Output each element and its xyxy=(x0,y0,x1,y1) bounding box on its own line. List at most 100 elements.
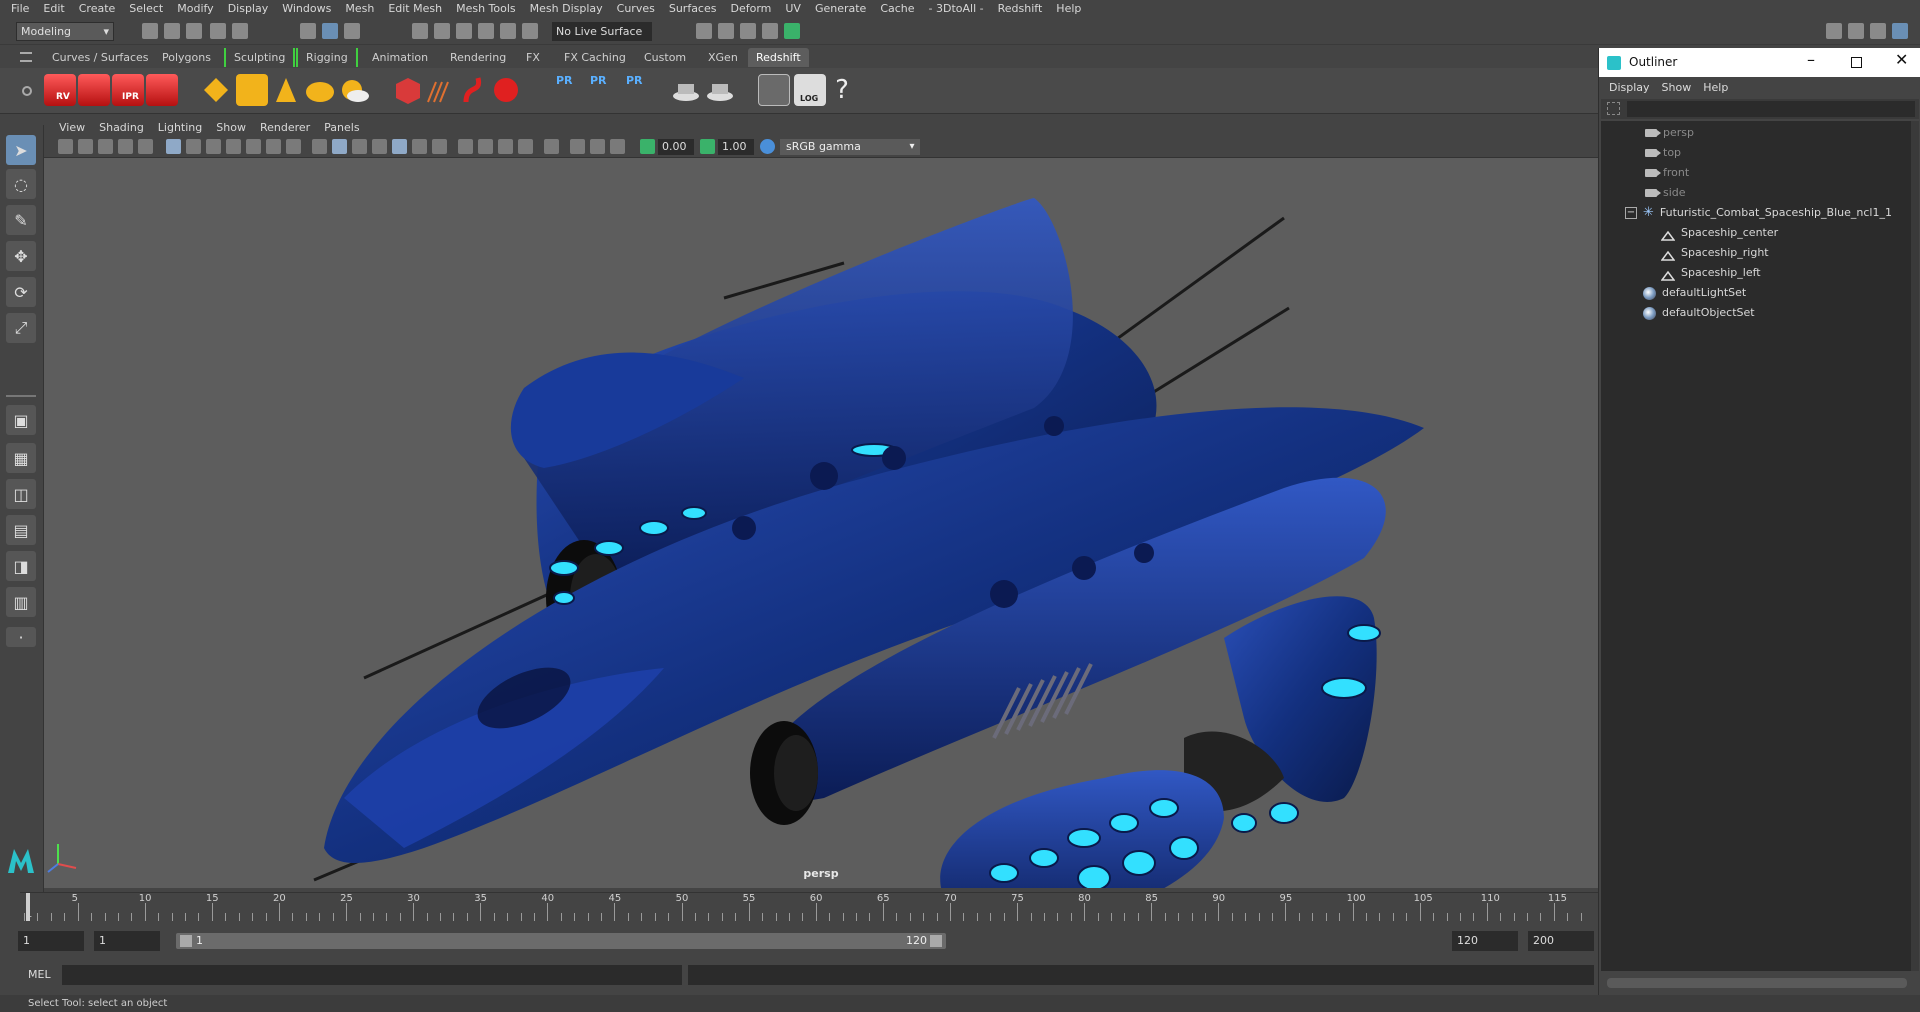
exposure-toggle-icon[interactable] xyxy=(640,139,655,154)
redshift-ipr-icon[interactable]: IPR xyxy=(112,74,144,106)
save-scene-icon[interactable] xyxy=(186,23,202,39)
snap-surface-icon[interactable] xyxy=(500,23,516,39)
outliner-title-bar[interactable]: Outliner – ✕ xyxy=(1599,48,1920,77)
maximize-icon[interactable] xyxy=(1851,57,1862,68)
menu-redshift[interactable]: Redshift xyxy=(991,2,1050,15)
redshift-help-icon[interactable]: ? xyxy=(826,74,858,106)
outliner-item-spaceship-right[interactable]: Spaceship_right xyxy=(1601,243,1909,263)
persp-graph-layout-icon[interactable]: ▤ xyxy=(6,515,36,545)
menu-mesh-display[interactable]: Mesh Display xyxy=(523,2,610,15)
redshift-light-icon[interactable] xyxy=(200,74,232,106)
open-scene-icon[interactable] xyxy=(164,23,180,39)
menu-uv[interactable]: UV xyxy=(778,2,808,15)
gamma-field[interactable]: 1.00 xyxy=(718,139,754,155)
menu-edit[interactable]: Edit xyxy=(36,2,71,15)
wireframe-icon[interactable] xyxy=(312,139,327,154)
tool-settings-icon[interactable] xyxy=(1870,23,1886,39)
playback-start-field[interactable]: 1 xyxy=(94,931,160,951)
paint-select-tool-icon[interactable]: ✎ xyxy=(6,205,36,235)
snap-vertex-icon[interactable] xyxy=(522,23,538,39)
outliner-horizontal-scrollbar[interactable] xyxy=(1607,978,1907,988)
xray-icon[interactable] xyxy=(570,139,585,154)
menu-edit-mesh[interactable]: Edit Mesh xyxy=(381,2,449,15)
redshift-pr-convert-icon[interactable]: PR xyxy=(620,74,652,106)
live-surface-field[interactable]: No Live Surface xyxy=(552,22,652,41)
tab-custom[interactable]: Custom xyxy=(636,48,694,67)
view-transform-select[interactable]: sRGB gamma xyxy=(780,139,920,155)
hypershade-icon[interactable] xyxy=(784,23,800,39)
snap-grid-icon[interactable] xyxy=(412,23,428,39)
outliner-menu-display[interactable]: Display xyxy=(1605,81,1658,94)
outliner-item-default-object-set[interactable]: defaultObjectSet xyxy=(1601,303,1909,323)
menu-generate[interactable]: Generate xyxy=(808,2,873,15)
grid-toggle-icon[interactable] xyxy=(166,139,181,154)
redshift-sun-sky-icon[interactable] xyxy=(338,74,370,106)
use-all-lights-icon[interactable] xyxy=(412,139,427,154)
outliner-item-front[interactable]: front xyxy=(1601,163,1909,183)
tab-rendering[interactable]: Rendering xyxy=(442,48,514,67)
film-gate-icon[interactable] xyxy=(186,139,201,154)
safe-action-icon[interactable] xyxy=(266,139,281,154)
camera-bookmark-icon[interactable] xyxy=(78,139,93,154)
current-time-indicator[interactable] xyxy=(26,893,30,921)
select-object-icon[interactable] xyxy=(322,23,338,39)
xray-joints-icon[interactable] xyxy=(610,139,625,154)
shelf-menu-icon[interactable] xyxy=(20,52,32,62)
persp-outliner-layout-icon[interactable]: ◨ xyxy=(6,551,36,581)
outliner-search-input[interactable] xyxy=(1627,101,1915,117)
outliner-item-spaceship-center[interactable]: Spaceship_center xyxy=(1601,223,1909,243)
spaceship-model[interactable] xyxy=(44,158,1598,888)
menu-deform[interactable]: Deform xyxy=(723,2,778,15)
command-input[interactable] xyxy=(62,965,682,985)
menu-mesh[interactable]: Mesh xyxy=(338,2,381,15)
motion-blur-icon[interactable] xyxy=(478,139,493,154)
rotate-tool-icon[interactable]: ⟳ xyxy=(6,277,36,307)
animation-start-field[interactable]: 1 xyxy=(18,931,84,951)
menu-windows[interactable]: Windows xyxy=(275,2,338,15)
redshift-render-view-icon[interactable]: RV xyxy=(44,74,76,106)
redshift-shader-ball-icon[interactable] xyxy=(490,74,522,106)
outliner-item-persp[interactable]: persp xyxy=(1601,123,1909,143)
smooth-shade-icon[interactable] xyxy=(332,139,347,154)
menu-curves[interactable]: Curves xyxy=(610,2,662,15)
minimize-icon[interactable]: – xyxy=(1807,50,1815,69)
shelf-settings-icon[interactable] xyxy=(22,86,32,96)
panel-menu-shading[interactable]: Shading xyxy=(92,121,151,134)
menu-mesh-tools[interactable]: Mesh Tools xyxy=(449,2,523,15)
gamma-toggle-icon[interactable] xyxy=(700,139,715,154)
menu-surfaces[interactable]: Surfaces xyxy=(662,2,724,15)
undo-icon[interactable] xyxy=(210,23,226,39)
menu-file[interactable]: File xyxy=(4,2,36,15)
default-material-icon[interactable] xyxy=(352,139,367,154)
redshift-script-icon[interactable] xyxy=(758,74,790,106)
time-slider[interactable]: 1510152025303540455055606570758085909510… xyxy=(20,892,1598,922)
field-chart-icon[interactable] xyxy=(246,139,261,154)
single-view-layout-icon[interactable]: ▣ xyxy=(6,405,36,435)
redshift-proxy-icon[interactable] xyxy=(392,74,424,106)
image-plane-icon[interactable] xyxy=(98,139,113,154)
scale-tool-icon[interactable]: ⤢ xyxy=(6,313,36,343)
menu-cache[interactable]: Cache xyxy=(873,2,921,15)
textured-icon[interactable] xyxy=(392,139,407,154)
redshift-log-icon[interactable]: LOG xyxy=(794,74,826,106)
depth-of-field-icon[interactable] xyxy=(518,139,533,154)
panel-menu-view[interactable]: View xyxy=(52,121,92,134)
attribute-editor-icon[interactable] xyxy=(1848,23,1864,39)
camera-attributes-icon[interactable] xyxy=(58,139,73,154)
outliner-item-default-light-set[interactable]: defaultLightSet xyxy=(1601,283,1909,303)
redshift-bake-icon[interactable] xyxy=(670,74,702,106)
tab-polygons[interactable]: Polygons xyxy=(154,48,219,67)
ipr-render-icon[interactable] xyxy=(740,23,756,39)
move-tool-icon[interactable]: ✥ xyxy=(6,241,36,271)
redshift-hair-icon[interactable] xyxy=(458,74,490,106)
gate-mask-icon[interactable] xyxy=(226,139,241,154)
tab-sculpting[interactable]: Sculpting xyxy=(224,48,296,67)
isolate-select-icon[interactable] xyxy=(544,139,559,154)
redshift-pr-object-icon[interactable]: PR xyxy=(550,74,582,106)
filter-icon[interactable] xyxy=(1607,102,1620,115)
safe-title-icon[interactable] xyxy=(286,139,301,154)
panel-menu-panels[interactable]: Panels xyxy=(317,121,366,134)
redshift-settings-icon[interactable] xyxy=(146,74,178,106)
two-d-pan-zoom-icon[interactable] xyxy=(118,139,133,154)
layout-menu-icon[interactable]: · xyxy=(6,627,36,647)
